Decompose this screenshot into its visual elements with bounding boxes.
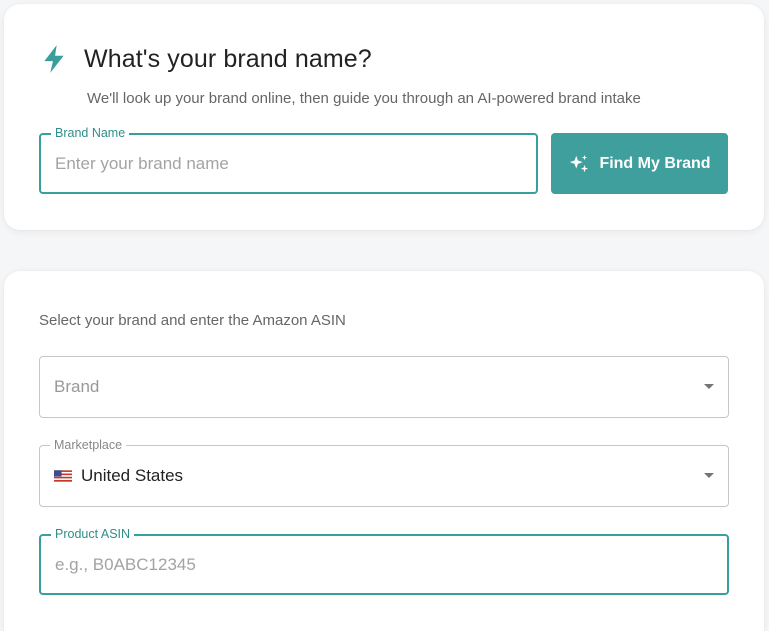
title-row: What's your brand name? [40, 44, 372, 74]
selection-instruction: Select your brand and enter the Amazon A… [39, 312, 346, 329]
product-asin-field[interactable]: Product ASIN [39, 526, 729, 595]
brand-select[interactable]: Brand [39, 356, 729, 418]
bolt-icon [44, 45, 64, 73]
product-asin-input[interactable] [55, 536, 717, 593]
us-flag-icon [54, 470, 72, 482]
find-my-brand-button[interactable]: Find My Brand [551, 133, 728, 194]
find-my-brand-label: Find My Brand [599, 154, 711, 172]
marketplace-value-wrap: United States [54, 446, 183, 506]
chevron-down-icon [704, 384, 714, 389]
sparkles-icon [570, 154, 589, 172]
brand-name-field[interactable]: Brand Name [39, 125, 538, 194]
brand-select-placeholder: Brand [54, 377, 100, 396]
marketplace-select[interactable]: Marketplace United States [39, 437, 729, 507]
brand-selection-card: Select your brand and enter the Amazon A… [4, 271, 764, 631]
page-title: What's your brand name? [84, 44, 372, 73]
marketplace-value: United States [81, 466, 184, 485]
page-subtitle: We'll look up your brand online, then gu… [87, 90, 641, 107]
brand-name-card: What's your brand name? We'll look up yo… [4, 4, 764, 230]
chevron-down-icon [704, 473, 714, 478]
brand-name-input[interactable] [55, 135, 526, 192]
